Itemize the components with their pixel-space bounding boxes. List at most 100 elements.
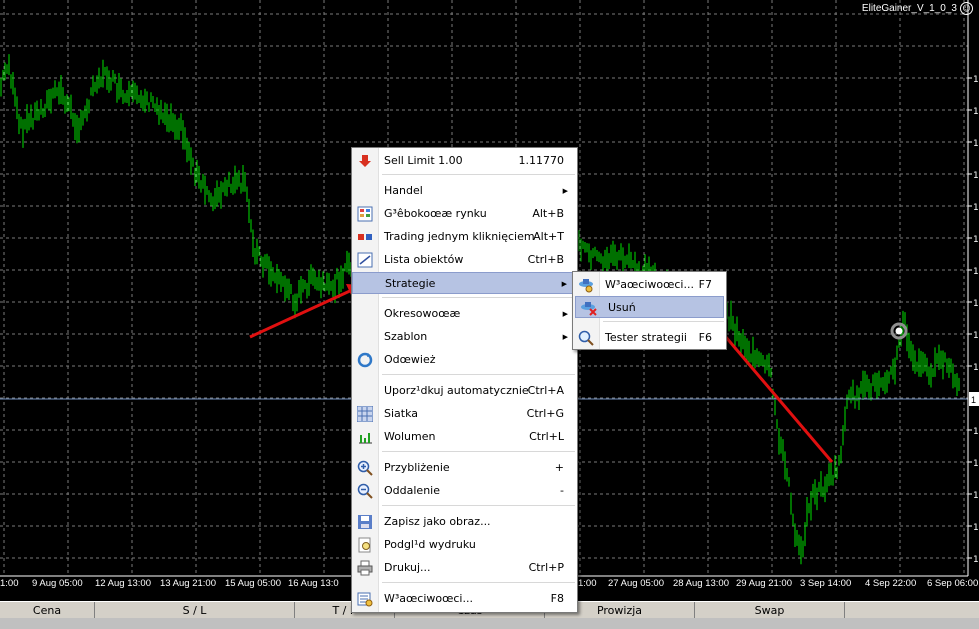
menu-item-label: Podgl¹d wydruku: [384, 538, 476, 551]
svg-text:1: 1: [973, 363, 979, 373]
menu-item-label: Uporz¹dkuj automatycznie: [384, 384, 529, 397]
menu-item-g3e-boko-rynku[interactable]: G³êbokoœæ rynku Alt+B: [352, 203, 577, 225]
time-tick-label: 12 Aug 13:00: [95, 578, 151, 589]
menu-item-strategie[interactable]: Strategie ▶: [352, 272, 577, 294]
menu-item-podgl1d-wydruku[interactable]: Podgl¹d wydruku: [352, 534, 577, 556]
menu-item-przybliz-enie[interactable]: Przybliżenie +: [352, 457, 577, 479]
annotation-arrow-left: [249, 284, 362, 339]
menu-item-label: Drukuj...: [384, 561, 431, 574]
menu-item-szablon[interactable]: Szablon ▶: [352, 326, 577, 348]
menu-item-shortcut: -: [560, 484, 564, 497]
submenu-item-shortcut: F7: [698, 278, 712, 291]
volume-icon: [357, 429, 373, 445]
sell-arrow-icon: [357, 153, 373, 169]
expert-advisor-label: EliteGainer_V_1_0_3: [861, 3, 957, 14]
zoom-out-icon: [357, 483, 373, 499]
menu-item-handel[interactable]: Handel ▶: [352, 180, 577, 202]
price-marker-label: 1: [971, 395, 976, 405]
menu-item-uporz1dkuj-automatycznie[interactable]: Uporz¹dkuj automatycznie Ctrl+A: [352, 380, 577, 402]
menu-separator: [382, 451, 575, 452]
menu-item-label: Lista obiektów: [384, 253, 464, 266]
menu-item-label: Przybliżenie: [384, 461, 450, 474]
menu-item-shortcut: Ctrl+B: [527, 253, 564, 266]
menu-item-oddalenie[interactable]: Oddalenie -: [352, 480, 577, 502]
chart-context-menu: Sell Limit 1.00 1.11770 Handel ▶ G³êbokoœæ r…: [351, 147, 578, 613]
menu-item-drukuj[interactable]: Drukuj... Ctrl+P: [352, 557, 577, 579]
terminal-body: [0, 618, 979, 629]
price-axis-ticks: 1 1 1 1 1 1 1 1 1 1 1 1 1 1 1: [968, 75, 979, 565]
submenu-item-usun[interactable]: Usuń: [575, 296, 724, 318]
menu-item-zapisz-jako-obraz[interactable]: Zapisz jako obraz...: [352, 511, 577, 533]
menu-separator: [382, 174, 575, 175]
expert-remove-icon: [581, 300, 597, 316]
time-tick-label: 29 Aug 21:00: [736, 578, 792, 589]
submenu-arrow-icon: ▶: [562, 187, 568, 195]
menu-item-trading-jednym-kliknie-ciem[interactable]: Trading jednym kliknięciem Alt+T: [352, 226, 577, 248]
svg-text:1: 1: [973, 459, 979, 469]
time-tick-label: 1:00: [578, 578, 597, 589]
time-tick-label: 28 Aug 13:00: [673, 578, 729, 589]
menu-item-shortcut: Ctrl+P: [528, 561, 564, 574]
menu-item-shortcut: Ctrl+G: [526, 407, 564, 420]
menu-item-label: Sell Limit 1.00: [384, 154, 463, 167]
menu-item-okresowo[interactable]: Okresowoœæ ▶: [352, 303, 577, 325]
strategy-tester-icon: [578, 330, 594, 346]
svg-text:1: 1: [973, 235, 979, 245]
time-tick-label: 4 Sep 22:00: [865, 578, 917, 589]
menu-item-wolumen[interactable]: Wolumen Ctrl+L: [352, 426, 577, 448]
properties-icon: [357, 591, 373, 607]
grid-icon: [356, 405, 374, 423]
menu-separator: [603, 321, 724, 322]
object-list-icon: [357, 252, 373, 268]
menu-item-label: Odœwież: [384, 353, 436, 366]
print-icon: [357, 560, 373, 576]
one-click-trading-icon: [357, 229, 373, 245]
menu-item-lista-obiekto-w[interactable]: Lista obiektów Ctrl+B: [352, 249, 577, 271]
menu-item-label: Strategie: [385, 277, 436, 290]
submenu-arrow-icon: ▶: [562, 333, 568, 341]
submenu-item-tester-strategii[interactable]: Tester strategii F6: [573, 327, 724, 349]
svg-text:1: 1: [973, 267, 979, 277]
menu-item-label: Szablon: [384, 330, 428, 343]
submenu-arrow-icon: ▶: [562, 310, 568, 318]
column-swap[interactable]: Swap: [695, 602, 845, 619]
zoom-in-icon: [357, 460, 373, 476]
menu-item-label: Trading jednym kliknięciem: [384, 230, 535, 243]
time-tick-label: 15 Aug 05:00: [225, 578, 281, 589]
menu-item-label: W³aœciwoœci...: [384, 592, 473, 605]
save-image-icon: [357, 514, 373, 530]
menu-item-shortcut: Ctrl+A: [527, 384, 564, 397]
time-tick-label: 1:00: [0, 578, 19, 589]
menu-item-sell-limit-1-00[interactable]: Sell Limit 1.00 1.11770: [352, 150, 577, 172]
svg-text:1: 1: [973, 299, 979, 309]
menu-item-shortcut: F8: [550, 592, 564, 605]
svg-text:1: 1: [973, 555, 979, 565]
menu-item-w3a-ciwo-ci[interactable]: W³aœciwoœci... F8: [352, 588, 577, 610]
svg-text:1: 1: [973, 75, 979, 85]
submenu-arrow-icon: ▶: [561, 280, 567, 288]
column-sl[interactable]: S / L: [95, 602, 295, 619]
refresh-icon: [357, 352, 373, 368]
column-price[interactable]: Cena: [0, 602, 95, 619]
svg-text:1: 1: [973, 491, 979, 501]
print-preview-icon: [357, 537, 373, 553]
menu-item-shortcut: +: [554, 461, 564, 474]
menu-separator: [382, 374, 575, 375]
svg-text:1: 1: [973, 107, 979, 117]
svg-text:1: 1: [973, 171, 979, 181]
menu-item-label: Wolumen: [384, 430, 436, 443]
submenu-item-w3a-ciwo-ci[interactable]: W³aœciwoœci... F7: [573, 274, 724, 296]
menu-item-label: Okresowoœæ: [384, 307, 461, 320]
submenu-item-label: W³aœciwoœci...: [605, 278, 694, 291]
menu-item-label: Handel: [384, 184, 423, 197]
menu-item-label: G³êbokoœæ rynku: [384, 207, 487, 220]
svg-text:1: 1: [973, 331, 979, 341]
menu-item-siatka[interactable]: Siatka Ctrl+G: [352, 403, 577, 425]
strategy-submenu: W³aœciwoœci... F7 Usuń Tester strategii F6: [572, 271, 727, 350]
menu-item-od-wiez[interactable]: Odœwież: [352, 349, 577, 371]
time-tick-label: 6 Sep 06:00: [927, 578, 979, 589]
menu-item-label: Siatka: [384, 407, 419, 420]
menu-item-shortcut: Alt+T: [533, 230, 564, 243]
svg-text:1: 1: [973, 523, 979, 533]
submenu-item-label: Usuń: [608, 301, 636, 314]
